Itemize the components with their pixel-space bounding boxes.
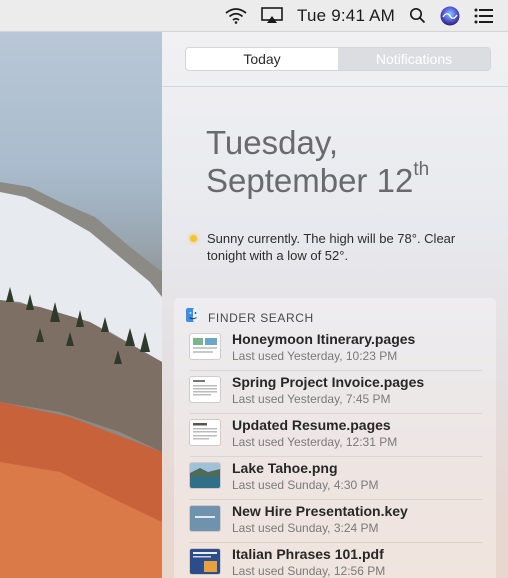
pages-itinerary-thumb — [190, 334, 220, 359]
tab-notifications[interactable]: Notifications — [338, 48, 490, 70]
pages-resume-thumb — [190, 420, 220, 445]
search-icon[interactable] — [409, 7, 426, 24]
file-row[interactable]: New Hire Presentation.key Last used Sund… — [174, 500, 496, 543]
desktop-wallpaper — [0, 32, 162, 578]
date-weekday: Tuesday, — [206, 124, 339, 161]
file-last-used: Last used Yesterday, 7:45 PM — [232, 392, 391, 406]
mountain-scene — [0, 182, 162, 578]
weather-summary: Sunny currently. The high will be 78°. C… — [207, 231, 456, 263]
menu-bar: Tue 9:41 AM — [0, 0, 508, 32]
pages-invoice-thumb — [190, 377, 220, 402]
date-month-day: September 12th — [206, 159, 430, 200]
pdf-thumb — [190, 549, 220, 574]
file-name: New Hire Presentation.key — [232, 503, 408, 519]
tab-today[interactable]: Today — [186, 48, 338, 70]
file-name: Updated Resume.pages — [232, 417, 391, 433]
file-last-used: Last used Yesterday, 12:31 PM — [232, 435, 398, 449]
file-name: Lake Tahoe.png — [232, 460, 338, 476]
finder-search-widget: FINDER SEARCH Honeymoon Itinerary.pages … — [174, 298, 496, 578]
notification-center-panel: Today Notifications Tuesday, September 1… — [162, 32, 508, 578]
finder-icon — [186, 308, 200, 327]
airplay-icon[interactable] — [261, 7, 283, 24]
file-last-used: Last used Sunday, 4:30 PM — [232, 478, 379, 492]
file-row[interactable]: Updated Resume.pages Last used Yesterday… — [174, 414, 496, 457]
file-row[interactable]: Honeymoon Itinerary.pages Last used Yest… — [174, 328, 496, 371]
file-list: Honeymoon Itinerary.pages Last used Yest… — [174, 328, 496, 578]
siri-icon[interactable] — [440, 6, 460, 26]
file-row[interactable]: Lake Tahoe.png Last used Sunday, 4:30 PM — [174, 457, 496, 500]
notification-center-icon[interactable] — [474, 8, 494, 24]
wifi-icon[interactable] — [225, 7, 247, 24]
file-name: Spring Project Invoice.pages — [232, 374, 425, 390]
sun-icon — [190, 235, 197, 242]
file-name: Italian Phrases 101.pdf — [232, 546, 384, 562]
file-row[interactable]: Spring Project Invoice.pages Last used Y… — [174, 371, 496, 414]
finder-search-header: FINDER SEARCH — [186, 308, 314, 327]
file-last-used: Last used Sunday, 3:24 PM — [232, 521, 379, 535]
keynote-thumb — [190, 506, 220, 531]
file-row[interactable]: Italian Phrases 101.pdf Last used Sunday… — [174, 543, 496, 578]
date-ordinal-suffix: th — [413, 159, 430, 180]
file-name: Honeymoon Itinerary.pages — [232, 331, 416, 347]
segmented-tabs: Today Notifications — [186, 48, 490, 70]
finder-search-title: FINDER SEARCH — [208, 310, 314, 325]
landscape-photo-thumb — [190, 463, 220, 488]
menubar-clock[interactable]: Tue 9:41 AM — [297, 6, 395, 26]
file-last-used: Last used Sunday, 12:56 PM — [232, 564, 386, 578]
tabs-divider — [162, 86, 508, 87]
date-month-day-text: September 12 — [206, 162, 414, 199]
file-last-used: Last used Yesterday, 10:23 PM — [232, 349, 398, 363]
